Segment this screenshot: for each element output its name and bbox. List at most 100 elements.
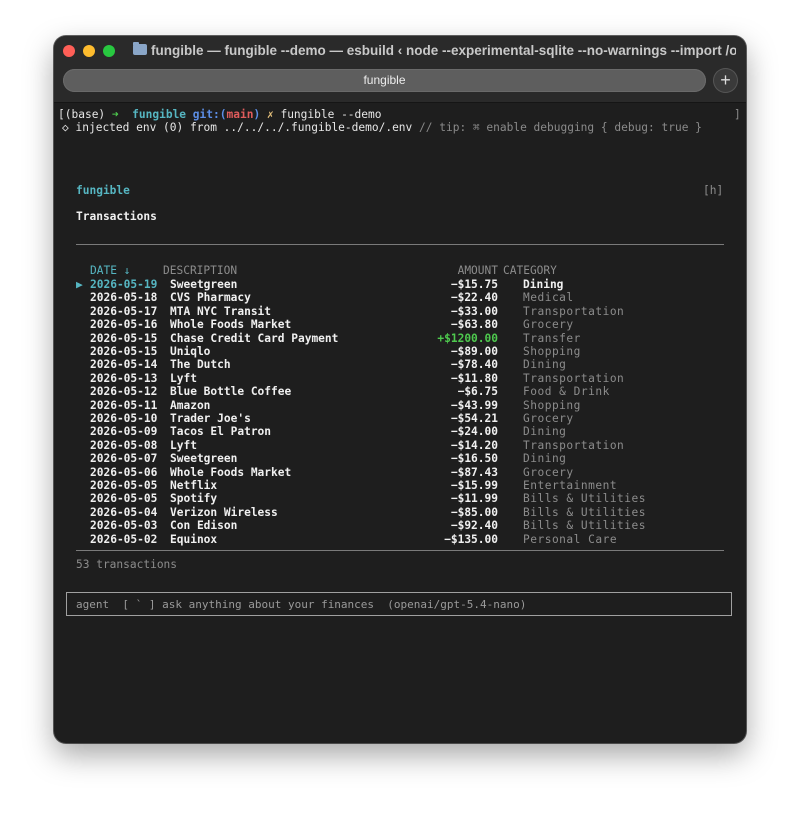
agent-input[interactable]: agent [ ` ] ask anything about your fina… (66, 592, 732, 616)
row-description: Lyft (170, 438, 197, 452)
close-window-button[interactable] (63, 45, 75, 57)
row-category: Dining (523, 358, 567, 372)
row-amount: −$24.00 (450, 425, 498, 439)
row-category: Bills & Utilities (523, 505, 647, 519)
table-row[interactable]: ▶ 2026-05-19 Sweetgreen −$15.75 Dining (76, 278, 726, 291)
row-description: Blue Bottle Coffee (170, 385, 292, 399)
row-amount: −$15.99 (450, 479, 498, 492)
agent-label: agent (76, 598, 110, 611)
row-description: MTA NYC Transit (170, 304, 272, 318)
divider-bottom (76, 550, 724, 551)
table-row[interactable]: 2026-05-05 Netflix −$15.99 Entertainment (76, 479, 726, 492)
row-amount: −$135.00 (444, 532, 498, 546)
env-text: injected env (0) from ../../../.fungible… (75, 121, 413, 134)
row-amount: −$78.40 (450, 358, 498, 372)
row-date: 2026-05-05 (90, 479, 158, 492)
env-tip: // tip: ⌘ enable debugging { debug: true… (419, 121, 702, 134)
table-row[interactable]: 2026-05-08 Lyft −$14.20 Transportation (76, 439, 726, 452)
command-text: fungible --demo (280, 108, 382, 121)
row-description: Trader Joe's (170, 412, 251, 425)
row-date: 2026-05-19 (90, 278, 158, 291)
row-date: 2026-05-13 (90, 371, 158, 385)
row-amount: −$87.43 (450, 465, 498, 479)
folder-icon (133, 42, 147, 55)
row-amount: −$14.20 (450, 438, 498, 452)
row-date: 2026-05-06 (90, 465, 158, 479)
table-row[interactable]: 2026-05-06 Whole Foods Market −$87.43 Groce… (76, 466, 726, 479)
row-category: Food & Drink (523, 385, 610, 399)
row-description: CVS Pharmacy (170, 291, 251, 305)
title-bar: fungible — fungible --demo — esbuild ‹ n… (54, 36, 746, 66)
row-category: Entertainment (523, 479, 618, 492)
table-row[interactable]: 2026-05-12 Blue Bottle Coffee −$6.75 Food &… (76, 385, 726, 398)
table-row[interactable]: 2026-05-09 Tacos El Patron −$24.00 Dining (76, 425, 726, 438)
header-amount[interactable]: AMOUNT (458, 264, 498, 277)
page-title: Transactions (76, 210, 157, 223)
table-row[interactable]: 2026-05-03 Con Edison −$92.40 Bills & Utili… (76, 519, 726, 532)
conda-env: (base) (64, 108, 106, 121)
row-category: Dining (523, 425, 567, 439)
table-row[interactable]: 2026-05-05 Spotify −$11.99 Bills & Utilitie… (76, 492, 726, 505)
table-row[interactable]: 2026-05-10 Trader Joe's −$54.21 Grocery (76, 412, 726, 425)
row-description: Uniqlo (170, 345, 211, 358)
header-category[interactable]: CATEGORY (503, 264, 557, 277)
row-description: Spotify (170, 492, 218, 506)
row-category: Dining (523, 278, 564, 291)
row-amount: −$33.00 (450, 304, 498, 318)
header-date[interactable]: DATE ↓ (90, 264, 130, 277)
row-date: 2026-05-04 (90, 505, 158, 519)
row-description: Con Edison (170, 519, 238, 533)
table-row[interactable]: 2026-05-16 Whole Foods Market −$63.80 Groce… (76, 318, 726, 331)
row-date: 2026-05-10 (90, 412, 158, 425)
git-branch: main (226, 108, 254, 121)
row-date: 2026-05-11 (90, 398, 158, 412)
diamond-icon: ◇ (62, 121, 69, 134)
row-amount: −$22.40 (450, 291, 498, 305)
row-description: Sweetgreen (170, 452, 238, 466)
table-row[interactable]: 2026-05-13 Lyft −$11.80 Transportation (76, 372, 726, 385)
table-row[interactable]: 2026-05-02 Equinox −$135.00 Personal Care (76, 533, 726, 546)
table-row[interactable]: 2026-05-15 Chase Credit Card Payment +$120… (76, 332, 726, 345)
row-category: Medical (523, 291, 574, 305)
table-row[interactable]: 2026-05-14 The Dutch −$78.40 Dining (76, 358, 726, 371)
header-description[interactable]: DESCRIPTION (163, 264, 237, 277)
table-row[interactable]: 2026-05-17 MTA NYC Transit −$33.00 Transpor… (76, 305, 726, 318)
git-close-paren: ) (253, 108, 261, 121)
zoom-window-button[interactable] (103, 45, 115, 57)
row-date: 2026-05-16 (90, 318, 158, 332)
row-date: 2026-05-07 (90, 452, 158, 466)
row-category: Shopping (523, 398, 581, 412)
row-category: Grocery (523, 412, 574, 425)
row-amount: −$11.99 (450, 492, 498, 506)
git-label: git: (192, 108, 220, 121)
row-amount: −$6.75 (457, 385, 498, 399)
row-description: Equinox (170, 532, 218, 546)
table-row[interactable]: 2026-05-07 Sweetgreen −$16.50 Dining (76, 452, 726, 465)
agent-model: (openai/gpt-5.4-nano) (387, 598, 527, 611)
table-row[interactable]: 2026-05-04 Verizon Wireless −$85.00 Bills &… (76, 506, 726, 519)
tab-fungible[interactable]: fungible (63, 69, 706, 92)
table-row[interactable]: 2026-05-11 Amazon −$43.99 Shopping (76, 399, 726, 412)
row-category: Transportation (523, 371, 625, 385)
row-category: Dining (523, 452, 567, 466)
row-amount: −$85.00 (450, 505, 498, 519)
prompt-right-bracket: ] (734, 108, 741, 121)
row-category: Personal Care (523, 532, 618, 546)
row-category: Bills & Utilities (523, 519, 647, 533)
row-description: Chase Credit Card Payment (170, 331, 339, 345)
agent-shortcut: [ ` ] (122, 598, 156, 611)
minimize-window-button[interactable] (83, 45, 95, 57)
row-category: Transportation (523, 438, 625, 452)
row-description: Whole Foods Market (170, 318, 292, 332)
git-open-paren: ( (219, 108, 227, 121)
row-amount: −$63.80 (450, 318, 498, 332)
terminal-content[interactable]: [(base) ➜ fungible git:(main) ✗ fungible… (54, 103, 746, 743)
help-hint[interactable]: [h] (703, 184, 723, 197)
table-row[interactable]: 2026-05-18 CVS Pharmacy −$22.40 Medical (76, 291, 726, 304)
table-row[interactable]: 2026-05-15 Uniqlo −$89.00 Shopping (76, 345, 726, 358)
row-date: 2026-05-15 (90, 331, 158, 345)
row-description: Whole Foods Market (170, 465, 292, 479)
row-date: 2026-05-09 (90, 425, 158, 439)
git-dirty-icon: ✗ (266, 108, 274, 121)
new-tab-button[interactable]: + (713, 68, 738, 93)
